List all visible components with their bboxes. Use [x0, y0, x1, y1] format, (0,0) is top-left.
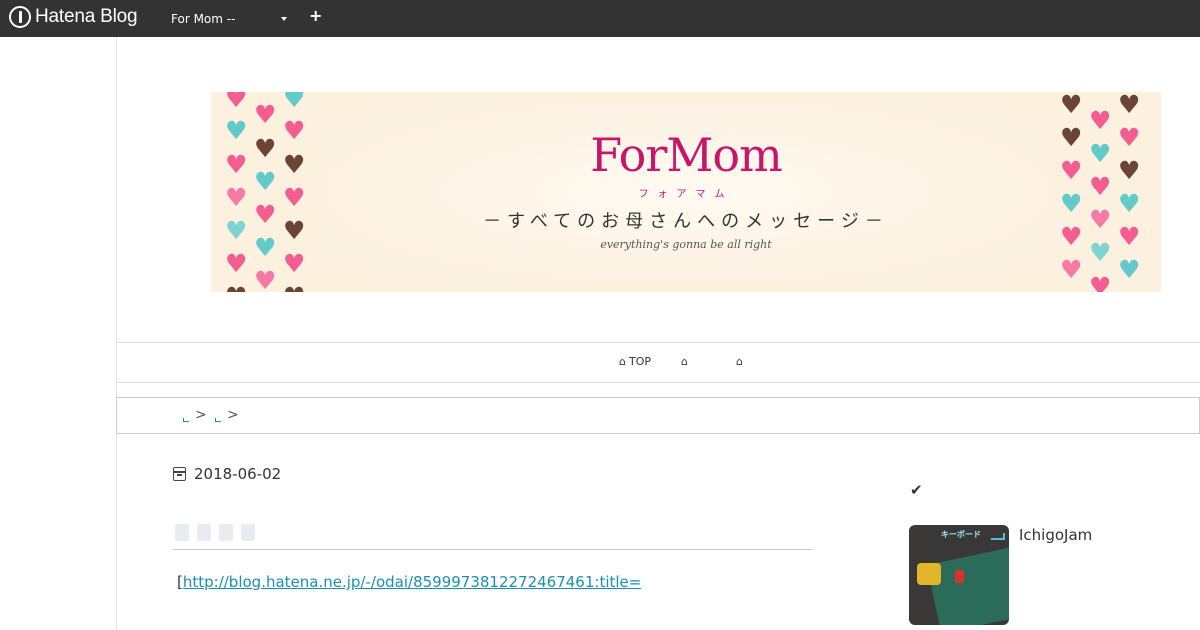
banner-tagline: everything's gonna be all right [600, 238, 772, 251]
chevron-down-icon [281, 17, 287, 21]
banner-title: ForMom [590, 128, 783, 182]
heart-icon: ♥ [1118, 255, 1141, 284]
entry-date[interactable]: 2018-06-02 [173, 465, 281, 483]
odai-link[interactable]: http://blog.hatena.ne.jp/-/odai/85999738… [183, 573, 641, 591]
breadcrumb-link[interactable] [183, 418, 189, 422]
blog-select-value: For Mom -- [171, 12, 236, 26]
red-led [955, 570, 964, 583]
title-glyph-placeholder [219, 524, 233, 541]
left-rule [116, 37, 117, 630]
heart-icon: ♥ [283, 249, 306, 278]
entry-title[interactable] [175, 524, 263, 541]
heart-icon: ♥ [225, 92, 248, 113]
entry-body: [http://blog.hatena.ne.jp/-/odai/8599973… [177, 573, 641, 591]
heart-icon: ♥ [1089, 272, 1112, 292]
heart-icon: ♥ [254, 100, 277, 129]
heart-icon: ♥ [1118, 92, 1141, 119]
banner-subtitle: －すべてのお母さんへのメッセージ－ [483, 211, 889, 232]
yellow-component [917, 563, 941, 585]
check-icon: ✔ [910, 481, 923, 499]
nav-item-2[interactable]: ⌂ [681, 355, 691, 368]
home-icon: ⌂ [735, 355, 743, 368]
arrow-icon [991, 533, 1005, 540]
thumbnail-label: キーボード [941, 530, 981, 539]
entry-date-text: 2018-06-02 [194, 465, 282, 483]
hatena-topbar: Hatena Blog For Mom -- + [0, 0, 1200, 37]
blog-select-dropdown[interactable]: For Mom -- [171, 9, 289, 29]
hatena-blog-logo[interactable]: Hatena Blog [9, 6, 138, 28]
hatena-logo-icon [9, 6, 31, 28]
nav-item-3[interactable]: ⌂ [736, 355, 746, 368]
ichigojam-thumbnail[interactable]: キーボード [909, 525, 1009, 625]
heart-icon: ♥ [283, 284, 305, 292]
title-glyph-placeholder [175, 524, 189, 541]
heart-icon: ♥ [225, 249, 248, 278]
heart-icon: ♥ [283, 92, 306, 113]
breadcrumb-separator: > [227, 407, 239, 423]
calendar-icon [173, 467, 186, 481]
nav-item-label: TOP [628, 355, 651, 368]
sidebar-item-title[interactable]: IchigoJam [1019, 526, 1092, 544]
nav-item-top[interactable]: ⌂ TOP [619, 355, 651, 368]
heart-icon: ♥ [1060, 255, 1083, 284]
global-nav: ⌂ TOP ⌂ ⌂ [116, 342, 1200, 383]
title-glyph-placeholder [197, 524, 211, 541]
breadcrumb-link[interactable] [215, 418, 221, 422]
blog-header-banner[interactable]: ♥ ♥ ♥ ♥ ♥ ♥ ♥ ♥ ♥ ♥ ♥ ♥ ♥ ♥ ♥ ♥ ♥ ♥ ♥ ♥ … [211, 92, 1161, 292]
breadcrumb-separator: > [195, 407, 207, 423]
title-divider [173, 549, 813, 550]
circuit-board [926, 546, 1009, 625]
home-icon: ⌂ [681, 355, 688, 368]
title-glyph-placeholder [241, 524, 255, 541]
heart-icon: ♥ [1060, 92, 1083, 119]
home-icon: ⌂ [619, 355, 626, 368]
heart-icon: ♥ [254, 266, 277, 292]
banner-kana: フォアマム [638, 189, 734, 200]
add-entry-button[interactable]: + [309, 6, 322, 25]
breadcrumb: > > [116, 397, 1200, 434]
logo-text: Hatena Blog [35, 6, 138, 27]
heart-icon: ♥ [225, 284, 247, 292]
